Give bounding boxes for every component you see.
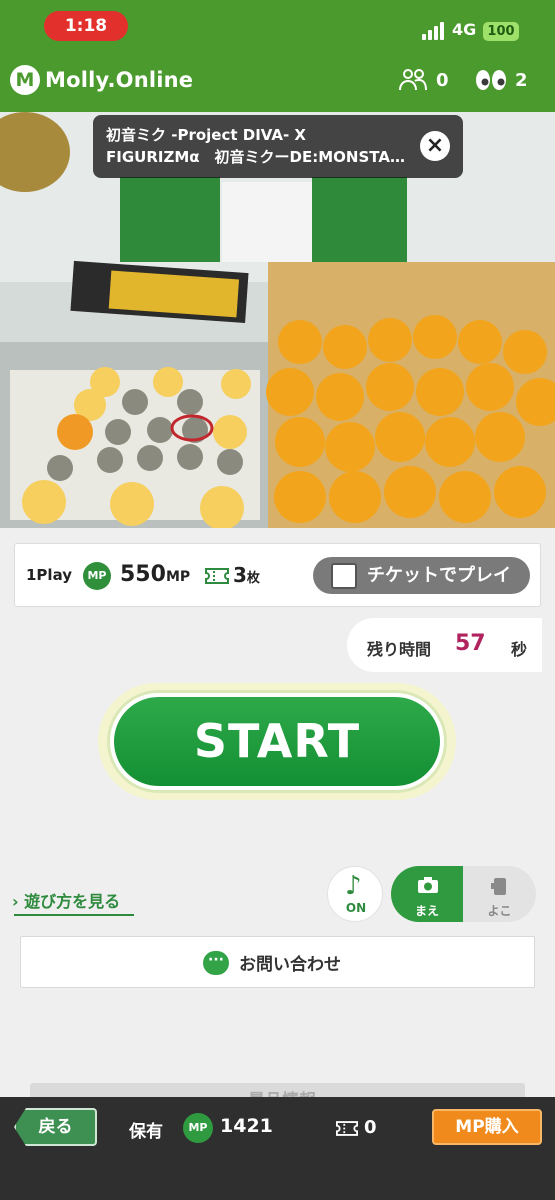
ticket-balance: 0 [364, 1117, 377, 1138]
buy-mp-button[interactable]: MP購入 [432, 1109, 542, 1145]
prize-title-line1: 初音ミク -Project DIVA- X [106, 126, 306, 144]
signal-icon [422, 22, 448, 40]
chevron-right-icon: › [12, 892, 19, 911]
how-to-play-link[interactable]: › 遊び方を見る [12, 888, 120, 912]
players-icon [399, 69, 427, 91]
close-banner-button[interactable]: × [420, 131, 450, 161]
time-remaining-value: 57 [455, 631, 486, 656]
ticket-count: 3枚 [233, 563, 260, 587]
play-with-ticket-toggle[interactable]: チケットでプレイ [313, 557, 530, 594]
logo-text: Molly.Online [45, 68, 194, 92]
ticket-checkbox[interactable] [331, 563, 357, 589]
battery-icon: 100 [483, 22, 519, 41]
camera-icon [418, 877, 438, 893]
sound-toggle-button[interactable]: ♪ ON [327, 866, 383, 922]
app-logo[interactable]: M Molly.Online [10, 64, 193, 96]
play-label: 1Play [26, 566, 73, 584]
contact-button[interactable]: ··· お問い合わせ [20, 936, 535, 988]
play-info-bar: 1Play MP 550MP 3枚 チケットでプレイ [14, 543, 541, 607]
app-header: 1:18 4G 100 M Molly.Online 0 2 [0, 0, 555, 112]
network-type: 4G [452, 20, 477, 39]
camera-side-button[interactable]: よこ [463, 866, 536, 922]
mp-coin-icon: MP [183, 1113, 213, 1143]
eyes-icon [476, 70, 506, 90]
players-count: 0 [398, 64, 449, 96]
balance-label: 保有 [129, 1122, 163, 1142]
status-time: 1:18 [44, 11, 128, 41]
logo-m-icon: M [10, 65, 40, 95]
time-remaining: 残り時間 57 秒 [347, 618, 542, 672]
play-cost: 550MP [120, 562, 191, 587]
mp-coin-icon: MP [83, 562, 111, 590]
mp-balance: 1421 [220, 1115, 273, 1137]
crane-camera-view: 初音ミク -Project DIVA- X FIGURIZMα 初音ミクーDE:… [0, 112, 555, 528]
start-button[interactable]: START [110, 693, 444, 790]
camera-side-icon [491, 878, 506, 895]
ticket-icon [205, 568, 229, 584]
ticket-icon [336, 1121, 358, 1136]
how-to-play-underline [14, 914, 134, 916]
chat-bubble-icon: ··· [203, 950, 229, 975]
prize-title-line2: FIGURIZMα 初音ミクーDE:MONSTA… [106, 148, 405, 166]
camera-view-toggle: まえ よこ [391, 866, 536, 922]
bottom-bar: 戻る 保有 MP 1421 0 MP購入 [0, 1097, 555, 1200]
back-button[interactable]: 戻る [14, 1108, 97, 1146]
camera-front-button[interactable]: まえ [391, 866, 463, 922]
music-note-icon: ♪ [345, 871, 362, 901]
prize-title-banner: 初音ミク -Project DIVA- X FIGURIZMα 初音ミクーDE:… [93, 115, 463, 178]
sound-state-label: ON [345, 901, 367, 915]
viewers-count: 2 [475, 64, 528, 96]
